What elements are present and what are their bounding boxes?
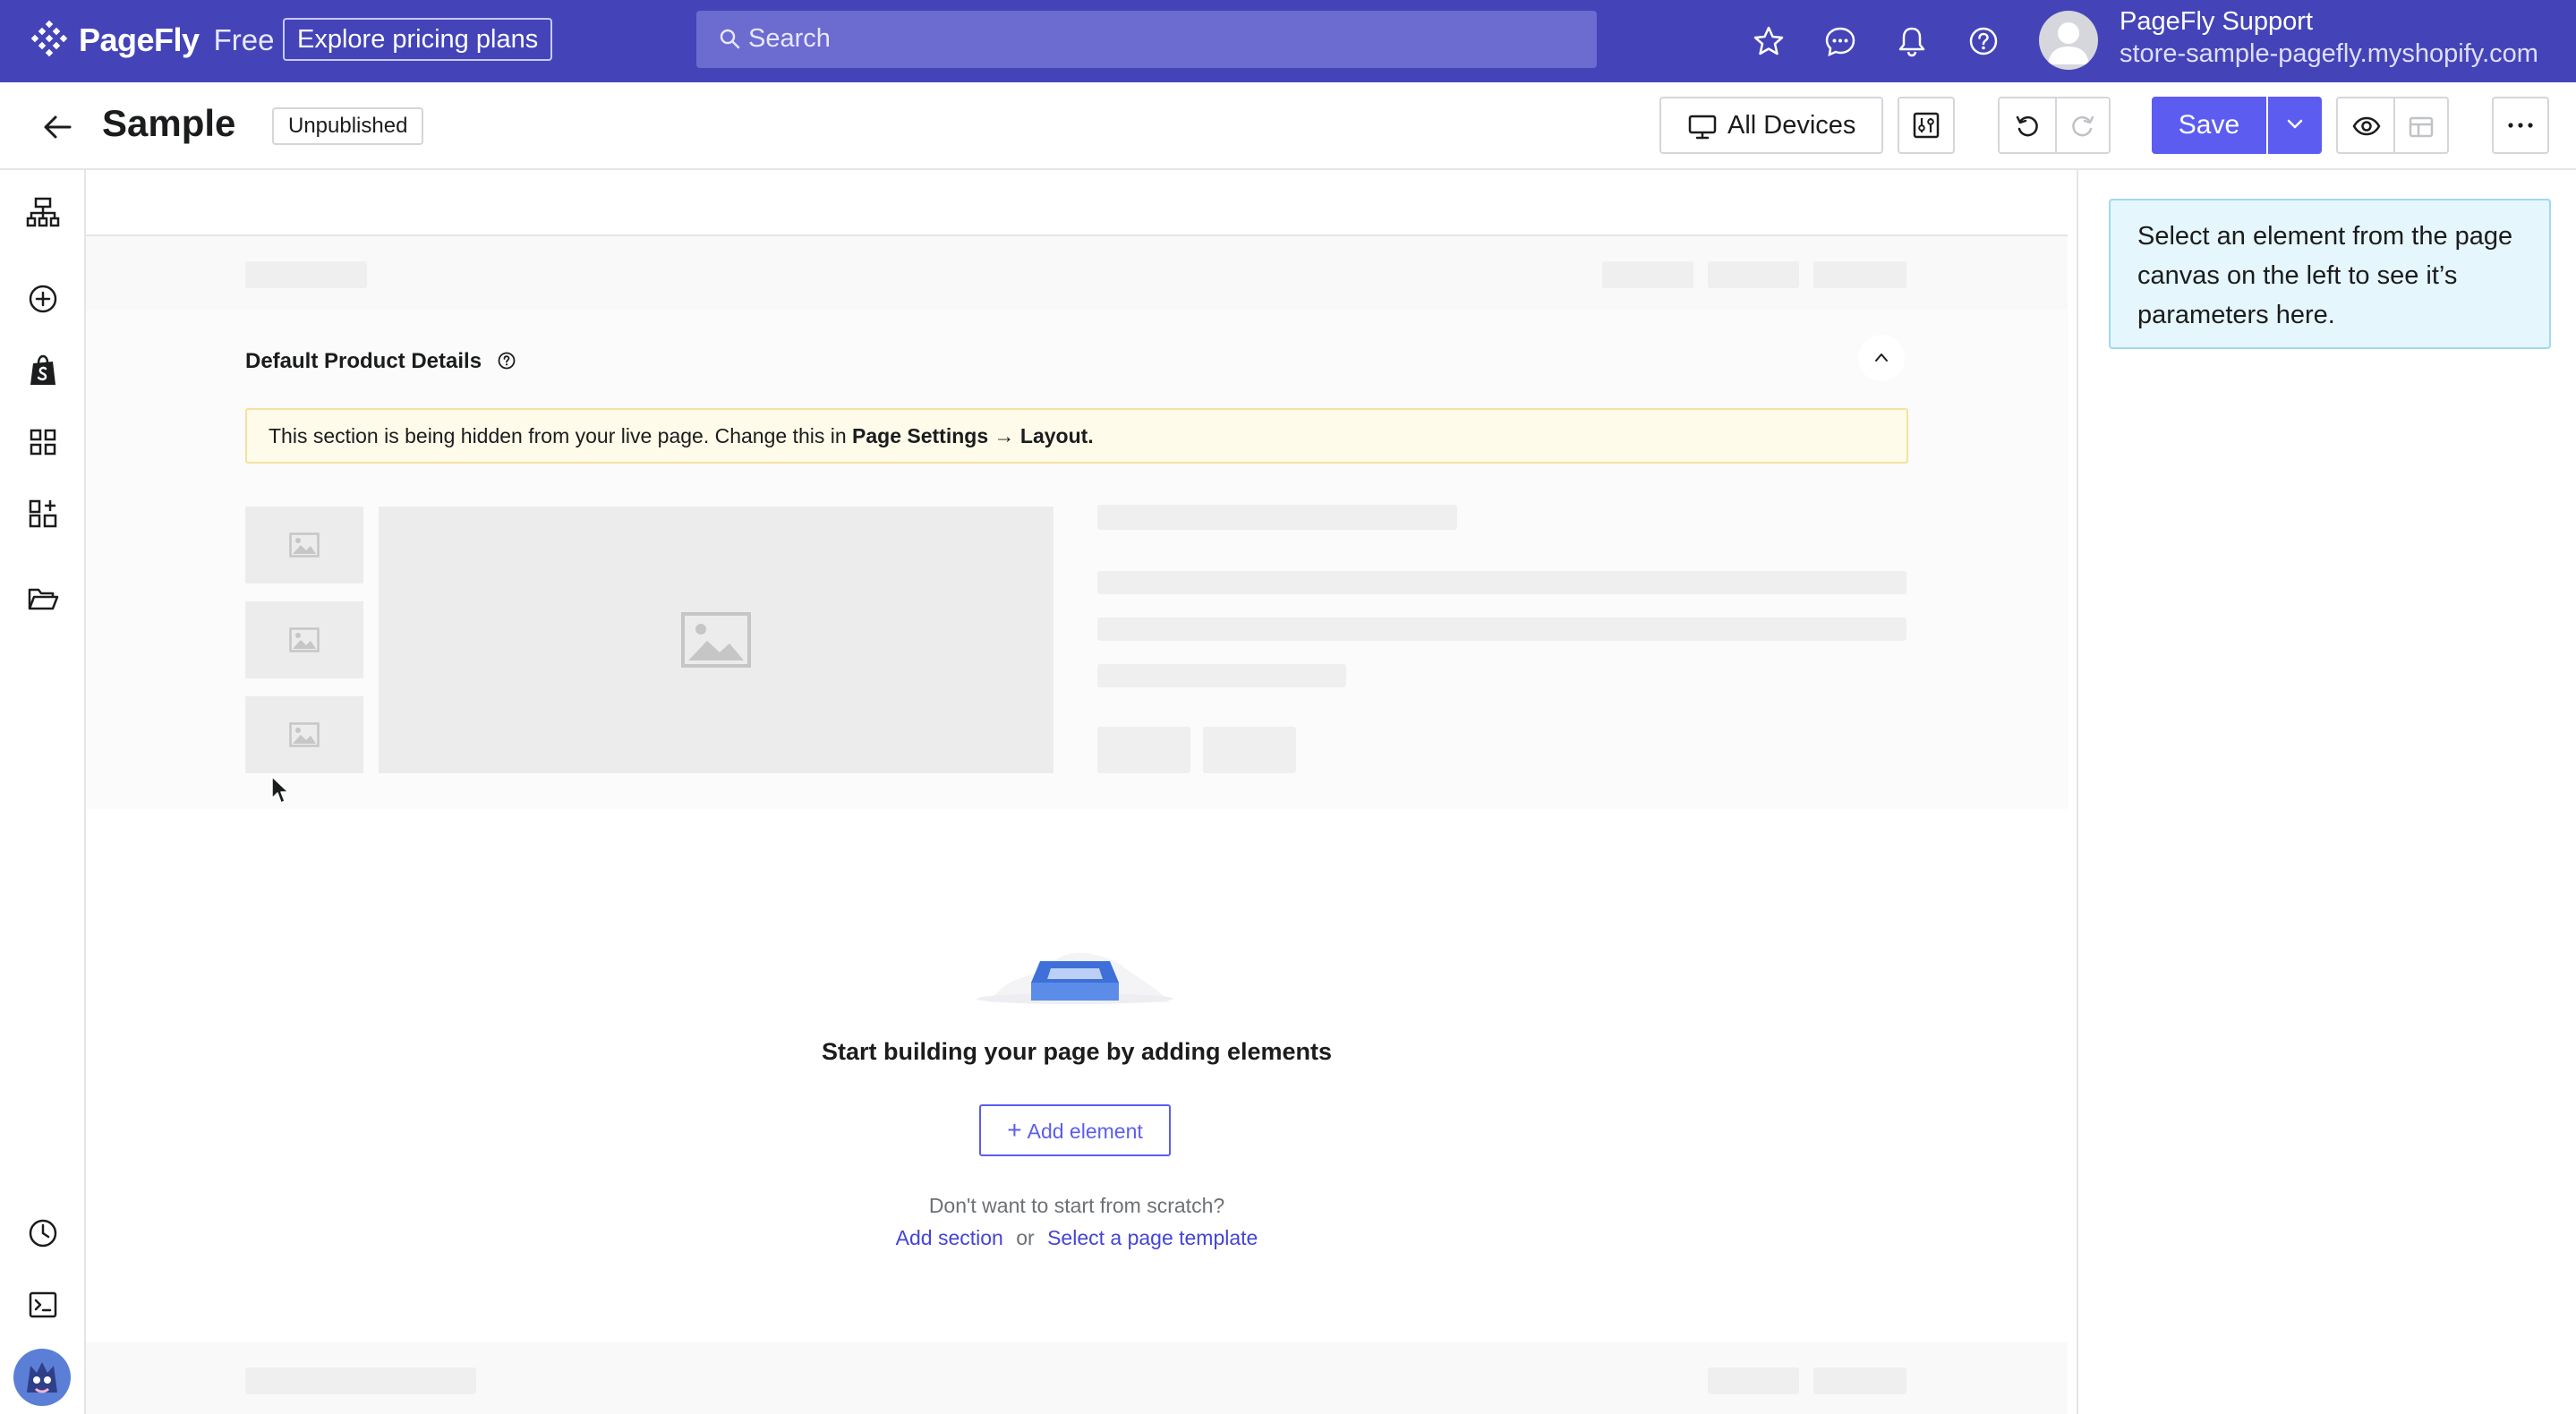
apps-add-icon[interactable] (25, 496, 61, 532)
shopify-bag-icon[interactable] (25, 353, 61, 388)
brand-name: PageFly (79, 21, 200, 58)
top-navbar: PageFly Free Explore pricing plans Searc… (0, 0, 2576, 82)
collapse-button[interactable] (1858, 335, 1905, 381)
image-icon (681, 612, 751, 668)
empty-box-illustration (977, 952, 1173, 1004)
skeleton-bar (1708, 261, 1799, 288)
plus-icon: + (1007, 1116, 1022, 1144)
select-template-link[interactable]: Select a page template (1047, 1226, 1258, 1249)
section-title: Default Product Details (245, 349, 516, 374)
redo-icon[interactable] (2069, 113, 2096, 140)
divider (2055, 98, 2057, 152)
mascot-avatar[interactable] (13, 1348, 72, 1407)
more-options-button[interactable] (2492, 97, 2549, 154)
settings-sliders-button[interactable] (1898, 97, 1955, 154)
skeleton-title (1097, 505, 1457, 530)
hidden-section-notice: This section is being hidden from your l… (245, 408, 1908, 464)
grid-icon[interactable] (25, 424, 61, 460)
thumbnail-placeholder (245, 507, 363, 583)
scratch-question: Don't want to start from scratch? (928, 1194, 1225, 1217)
user-avatar[interactable] (2039, 11, 2098, 70)
search-input[interactable]: Search (696, 11, 1597, 68)
left-sidebar (0, 170, 86, 1414)
add-circle-icon[interactable] (25, 281, 61, 317)
chevron-up-icon (1875, 354, 1888, 362)
search-icon (720, 29, 740, 49)
image-icon (289, 627, 320, 652)
mouse-cursor-icon (271, 776, 289, 804)
image-icon (289, 722, 320, 747)
skeleton-line (1097, 618, 1906, 641)
publish-icon[interactable] (2408, 113, 2435, 140)
skeleton-bar (1813, 1367, 1906, 1394)
save-button[interactable]: Save (2152, 97, 2266, 154)
thumbnail-placeholder (245, 696, 363, 773)
skeleton-button (1203, 727, 1296, 773)
divider (2393, 98, 2395, 152)
skeleton-bar (1708, 1367, 1799, 1394)
desktop-icon (1688, 115, 1717, 140)
help-icon[interactable] (1964, 21, 2003, 61)
all-devices-label: All Devices (1727, 111, 1856, 140)
skeleton-bar (1813, 261, 1906, 288)
thumbnail-placeholder (245, 601, 363, 678)
terminal-icon[interactable] (25, 1287, 61, 1323)
notice-text: This section is being hidden from your l… (269, 424, 853, 447)
add-element-button[interactable]: + Add element (979, 1104, 1171, 1156)
eye-icon[interactable] (2352, 113, 2381, 140)
pagefly-logo[interactable]: PageFly Free (29, 20, 274, 61)
star-icon[interactable] (1749, 21, 1788, 61)
properties-panel: Select an element from the page canvas o… (2077, 170, 2576, 1414)
editor-toolbar: Sample Unpublished All Devices Save (0, 82, 2576, 170)
skeleton-line (1097, 664, 1346, 687)
notice-link: Page Settings → Layout. (852, 424, 1094, 447)
add-section-link[interactable]: Add section (896, 1226, 1003, 1249)
page-title[interactable]: Sample (102, 102, 235, 145)
back-arrow-icon[interactable] (39, 109, 75, 145)
undo-icon[interactable] (2014, 113, 2041, 140)
skeleton-bar (1602, 261, 1693, 288)
empty-state-title: Start building your page by adding eleme… (821, 1038, 1333, 1065)
chevron-down-icon (2287, 119, 2303, 129)
more-horizontal-icon (2508, 123, 2533, 128)
skeleton-bar (245, 261, 367, 288)
sliders-icon (1913, 112, 1940, 139)
page-canvas[interactable]: Default Product Details This section is … (86, 170, 2077, 1414)
add-element-label: Add element (1027, 1120, 1143, 1143)
skeleton-button (1097, 727, 1190, 773)
skeleton-line (1097, 571, 1906, 594)
empty-state (86, 809, 2068, 1342)
panel-hint: Select an element from the page canvas o… (2109, 199, 2551, 349)
section-title-text: Default Product Details (245, 349, 482, 373)
layers-icon[interactable] (25, 195, 61, 231)
user-store-domain[interactable]: store-sample-pagefly.myshopify.com (2120, 39, 2538, 69)
info-icon[interactable] (497, 351, 516, 371)
preview-group (2336, 97, 2449, 154)
image-icon (289, 532, 320, 558)
scratch-options: Add section or Select a page template (86, 1226, 2068, 1250)
all-devices-button[interactable]: All Devices (1659, 97, 1883, 154)
folder-open-icon[interactable] (25, 582, 61, 618)
status-badge: Unpublished (272, 107, 424, 145)
main-image-placeholder (379, 507, 1053, 773)
explore-pricing-button[interactable]: Explore pricing plans (283, 18, 553, 61)
history-icon[interactable] (25, 1215, 61, 1251)
user-name[interactable]: PageFly Support (2120, 7, 2313, 37)
pagefly-logo-icon (30, 20, 68, 57)
person-icon (2048, 22, 2089, 64)
plan-tier: Free (213, 23, 275, 56)
undo-redo-group (1998, 97, 2111, 154)
bell-icon[interactable] (1892, 21, 1932, 61)
or-text: or (1016, 1226, 1035, 1249)
skeleton-bar (245, 1367, 476, 1394)
save-dropdown-button[interactable] (2268, 97, 2322, 154)
search-placeholder: Search (748, 24, 831, 53)
chat-icon[interactable] (1821, 21, 1860, 61)
